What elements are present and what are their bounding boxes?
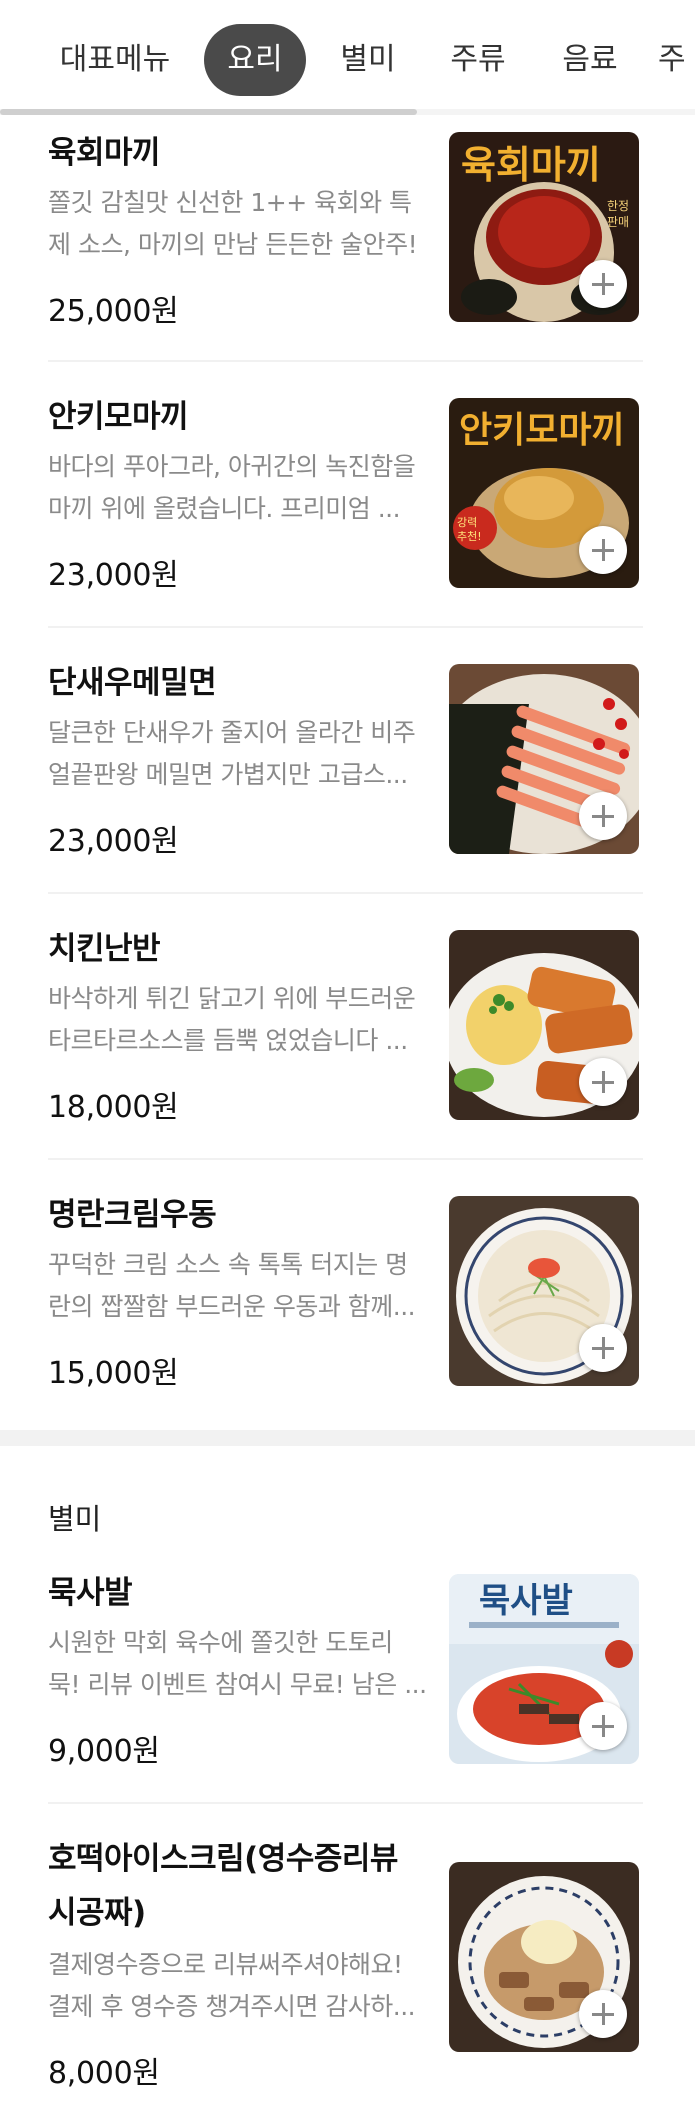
category-tab-bar: 대표메뉴 요리 별미 주류 음료 주 [0, 0, 695, 115]
menu-item[interactable]: 육회마끼 쫄깃 감칠맛 신선한 1++ 육회와 특 제 소스, 마끼의 만남 든… [48, 124, 643, 354]
image-overlay-text: 묵사발 [479, 1581, 573, 1621]
menu-item[interactable]: 호떡아이스크림(영수증리뷰 시공짜) 결제영수증으로 리뷰써주셔야해요! 결제 … [48, 1832, 643, 2111]
tab-signature-menu[interactable]: 대표메뉴 [42, 24, 188, 96]
item-divider [48, 360, 643, 362]
menu-item-desc: 결제영수증으로 리뷰써주셔야해요! 결제 후 영수증 챙겨주시면 감사하... [48, 1950, 416, 2021]
menu-item-desc: 달큰한 단새우가 줄지어 올라간 비주 얼끝판왕 메밀면 가볍지만 고급스... [48, 718, 416, 789]
menu-item[interactable]: 묵사발 시원한 막회 육수에 쫄깃한 도토리 묵! 리뷰 이벤트 참여시 무료!… [48, 1566, 643, 1796]
add-to-cart-button[interactable] [579, 1990, 627, 2038]
menu-item[interactable]: 안키모마끼 바다의 푸아그라, 아귀간의 녹진함을 마끼 위에 올렸습니다. 프… [48, 390, 643, 620]
menu-item-price: 23,000원 [48, 824, 179, 859]
menu-item-name: 안키모마끼 [48, 399, 189, 435]
menu-item-image [449, 1196, 639, 1386]
add-to-cart-button[interactable] [579, 1058, 627, 1106]
menu-item-price: 8,000원 [48, 2056, 160, 2091]
menu-item-image: 안키모마끼 강력 추천! [449, 398, 639, 588]
section-separator [0, 1430, 695, 1446]
svg-text:판매: 판매 [607, 215, 629, 229]
menu-item-desc: 바다의 푸아그라, 아귀간의 녹진함을 마끼 위에 올렸습니다. 프리미엄 ..… [48, 452, 416, 523]
menu-item-price: 15,000원 [48, 1356, 179, 1391]
add-to-cart-button[interactable] [579, 1702, 627, 1750]
menu-item-image [449, 930, 639, 1120]
add-to-cart-button[interactable] [579, 792, 627, 840]
menu-page: 대표메뉴 요리 별미 주류 음료 주 육회마끼 쫄깃 감칠맛 신선한 1++ 육… [0, 0, 695, 2111]
menu-item-image [449, 1862, 639, 2052]
tab-specials[interactable]: 별미 [318, 24, 418, 96]
svg-text:한정: 한정 [607, 199, 629, 213]
tab-more[interactable]: 주 [658, 24, 695, 96]
item-divider [48, 1802, 643, 1804]
menu-item[interactable]: 단새우메밀면 달큰한 단새우가 줄지어 올라간 비주 얼끝판왕 메밀면 가볍지만… [48, 656, 643, 886]
menu-item-desc: 쫄깃 감칠맛 신선한 1++ 육회와 특 제 소스, 마끼의 만남 든든한 술안… [48, 188, 418, 259]
section-title: 별미 [48, 1502, 102, 1536]
item-divider [48, 892, 643, 894]
tab-alcohol[interactable]: 주류 [428, 24, 528, 96]
image-overlay-text: 안키모마끼 [459, 410, 625, 451]
menu-item-image [449, 664, 639, 854]
add-to-cart-button[interactable] [579, 1324, 627, 1372]
menu-item-desc: 바삭하게 튀긴 닭고기 위에 부드러운 타르타르소스를 듬뿍 얹었습니다 ... [48, 984, 416, 1055]
tab-scroll-indicator [0, 109, 417, 115]
menu-item-name: 묵사발 [48, 1575, 133, 1611]
menu-item-name: 호떡아이스크림(영수증리뷰 시공짜) [48, 1841, 398, 1931]
menu-item-price: 23,000원 [48, 558, 179, 593]
menu-item-name: 명란크림우동 [48, 1197, 217, 1233]
svg-text:추천!: 추천! [457, 529, 482, 543]
menu-item-price: 9,000원 [48, 1734, 160, 1769]
menu-item-desc: 꾸덕한 크림 소스 속 톡톡 터지는 명 란의 짭짤함 부드러운 우동과 함께.… [48, 1250, 416, 1321]
tab-beverages[interactable]: 음료 [540, 24, 640, 96]
item-divider [48, 1158, 643, 1160]
menu-item-price: 25,000원 [48, 294, 179, 329]
menu-item-image: 육회마끼 한정 판매 [449, 132, 639, 322]
item-divider [48, 626, 643, 628]
image-overlay-text: 육회마끼 [461, 143, 601, 187]
menu-item[interactable]: 명란크림우동 꾸덕한 크림 소스 속 톡톡 터지는 명 란의 짭짤함 부드러운 … [48, 1188, 643, 1418]
menu-item-name: 육회마끼 [48, 135, 161, 171]
tab-dishes[interactable]: 요리 [204, 24, 306, 96]
add-to-cart-button[interactable] [579, 260, 627, 308]
category-tabs: 대표메뉴 요리 별미 주류 음료 주 [0, 24, 695, 96]
menu-item-price: 18,000원 [48, 1090, 179, 1125]
add-to-cart-button[interactable] [579, 526, 627, 574]
menu-item[interactable]: 치킨난반 바삭하게 튀긴 닭고기 위에 부드러운 타르타르소스를 듬뿍 얹었습니… [48, 922, 643, 1152]
menu-item-name: 치킨난반 [48, 931, 161, 967]
menu-item-name: 단새우메밀면 [48, 665, 217, 701]
menu-item-desc: 시원한 막회 육수에 쫄깃한 도토리 묵! 리뷰 이벤트 참여시 무료! 남은 … [48, 1628, 427, 1699]
svg-text:강력: 강력 [457, 516, 477, 529]
menu-item-image: 묵사발 [449, 1574, 639, 1764]
